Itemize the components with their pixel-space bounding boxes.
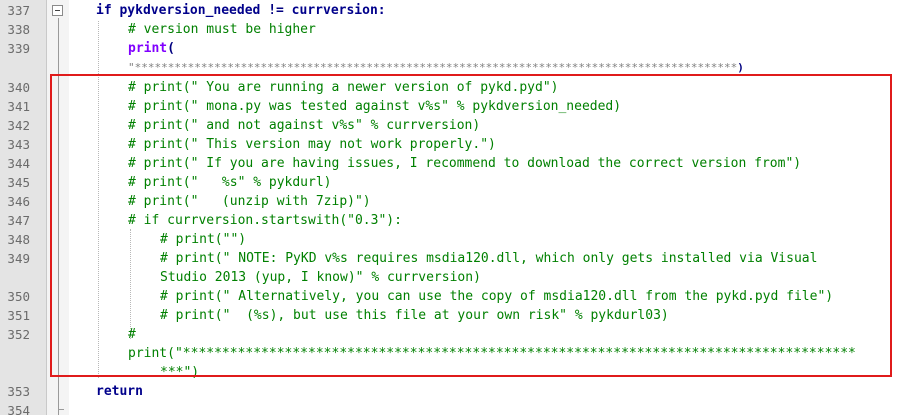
code-editor[interactable]: 337 338 339 340 341 342 343 344 345 346 … [0, 0, 903, 418]
line-number: 343 [7, 137, 30, 152]
code-line-337: if pykdversion_needed != currversion: [96, 1, 386, 20]
line-number: 352 [7, 327, 30, 342]
line-number-gutter: 337 338 339 340 341 342 343 344 345 346 … [0, 0, 47, 418]
line-number: 342 [7, 118, 30, 133]
line-number: 354 [7, 403, 30, 418]
code-text: pykdversion_needed [111, 3, 269, 18]
line-number: 344 [7, 156, 30, 171]
function-name: print [128, 41, 168, 56]
code-line-339: print( [128, 39, 175, 58]
code-text: currversion: [283, 3, 386, 18]
code-line-338: # version must be higher [128, 22, 316, 37]
line-number: 350 [7, 289, 30, 304]
fold-end-marker [58, 409, 64, 410]
paren: ) [737, 61, 744, 74]
highlight-rectangle [50, 74, 892, 377]
line-number: 348 [7, 232, 30, 247]
operator: != [268, 3, 284, 18]
fold-toggle-icon[interactable] [52, 5, 63, 16]
line-number: 346 [7, 194, 30, 209]
line-number: 349 [7, 251, 30, 266]
line-number: 345 [7, 175, 30, 190]
string-literal: "***************************************… [128, 61, 738, 74]
line-number: 337 [7, 3, 30, 18]
line-number: 347 [7, 213, 30, 228]
keyword: if [96, 3, 112, 18]
line-number: 341 [7, 99, 30, 114]
line-number: 338 [7, 22, 30, 37]
line-number: 353 [7, 384, 30, 399]
code-line-353: return [96, 384, 143, 399]
line-number: 351 [7, 308, 30, 323]
line-number: 339 [7, 41, 30, 56]
line-number: 340 [7, 80, 30, 95]
paren: ( [167, 41, 175, 56]
